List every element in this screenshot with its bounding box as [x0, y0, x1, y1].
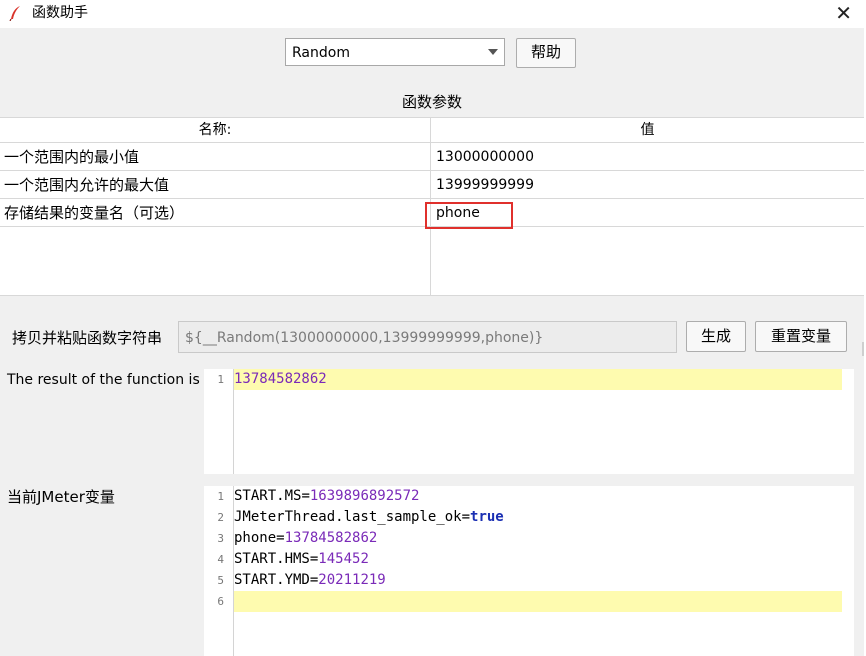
param-value[interactable]: 13999999999 — [436, 176, 534, 194]
line-number: 6 — [217, 595, 224, 608]
function-select[interactable]: Random — [285, 38, 505, 66]
current-line-highlight — [234, 591, 842, 612]
line-number: 5 — [217, 574, 224, 587]
params-section-title: 函数参数 — [401, 93, 462, 111]
title-bar: 函数助手 ✕ — [0, 0, 866, 28]
vars-label: 当前JMeter变量 — [7, 488, 115, 506]
var-key: START.HMS — [234, 551, 310, 567]
param-value[interactable]: 13000000000 — [436, 148, 534, 166]
var-key: START.MS — [234, 488, 302, 504]
function-string-field[interactable]: ${__Random(13000000000,13999999999,phone… — [178, 321, 677, 353]
vars-editor[interactable]: 1 START.MS=1639896892572 2 JMeterThread.… — [204, 486, 854, 656]
var-value: 145452 — [318, 551, 369, 567]
param-name: 存储结果的变量名（可选） — [4, 204, 185, 222]
var-value: 20211219 — [318, 572, 386, 588]
highlight-annotation-box — [425, 202, 513, 229]
result-editor[interactable]: 1 13784582862 — [204, 369, 854, 474]
param-name: 一个范围内允许的最大值 — [4, 176, 170, 194]
code-line: 6 — [204, 591, 854, 612]
help-button[interactable]: 帮助 — [516, 38, 576, 68]
close-icon[interactable]: ✕ — [835, 2, 852, 24]
var-eq: = — [301, 488, 310, 504]
line-number: 1 — [217, 373, 224, 386]
result-value: 13784582862 — [234, 371, 327, 387]
code-line: 1 START.MS=1639896892572 — [204, 486, 854, 507]
table-row[interactable]: 一个范围内允许的最大值 13999999999 — [0, 171, 864, 199]
line-number: 3 — [217, 532, 224, 545]
code-line: 4 START.HMS=145452 — [204, 549, 854, 570]
generate-button[interactable]: 生成 — [686, 321, 746, 352]
code-line: 5 START.YMD=20211219 — [204, 570, 854, 591]
reset-variables-button[interactable]: 重置变量 — [755, 321, 847, 352]
param-name: 一个范围内的最小值 — [4, 148, 140, 166]
params-table: 名称: 值 一个范围内的最小值 13000000000 一个范围内允许的最大值 … — [0, 117, 864, 296]
column-header-name[interactable]: 名称: — [0, 118, 430, 143]
copy-label: 拷贝并粘贴函数字符串 — [12, 329, 163, 347]
edge-marker — [862, 342, 864, 356]
code-line: 3 phone=13784582862 — [204, 528, 854, 549]
code-line: 1 13784582862 — [204, 369, 854, 390]
line-number: 1 — [217, 490, 224, 503]
var-value: 1639896892572 — [309, 488, 420, 504]
var-key: START.YMD — [234, 572, 310, 588]
result-label: The result of the function is — [7, 372, 200, 388]
line-number: 2 — [217, 511, 224, 524]
var-key: phone — [234, 530, 277, 546]
var-eq: = — [461, 509, 471, 525]
var-eq: = — [276, 530, 285, 546]
table-row[interactable]: 一个范围内的最小值 13000000000 — [0, 143, 864, 171]
function-select-value: Random — [292, 45, 350, 61]
line-number: 4 — [217, 553, 224, 566]
var-value: 13784582862 — [284, 530, 378, 546]
chevron-down-icon — [488, 49, 498, 55]
code-line: 2 JMeterThread.last_sample_ok=true — [204, 507, 854, 528]
window-title: 函数助手 — [32, 5, 88, 21]
column-header-value[interactable]: 值 — [431, 118, 864, 143]
feather-icon — [9, 6, 20, 21]
var-value: true — [470, 509, 504, 525]
function-string-value: ${__Random(13000000000,13999999999,phone… — [185, 330, 544, 346]
var-key: JMeterThread.last_sample_ok — [234, 509, 462, 525]
